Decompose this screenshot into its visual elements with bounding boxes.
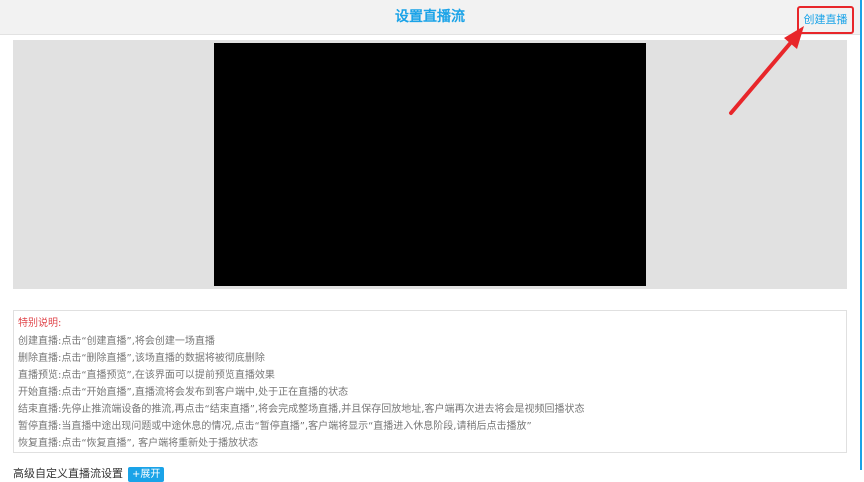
note-resume: 恢复直播:点击“恢复直播”, 客户端将重新处于播放状态	[18, 437, 259, 449]
page-header: 设置直播流	[0, 0, 860, 35]
note-preview: 直播预览:点击“直播预览”,在该界面可以提前预览直播效果	[18, 369, 275, 381]
page-title: 设置直播流	[395, 9, 465, 25]
instructions-panel: 特别说明: 创建直播:点击“创建直播”,将会创建一场直播 删除直播:点击“删除直…	[13, 310, 847, 453]
note-create: 创建直播:点击“创建直播”,将会创建一场直播	[18, 335, 215, 347]
video-player[interactable]	[214, 43, 646, 286]
note-pause: 暂停直播:当直播中途出现问题或中途休息的情况,点击“暂停直播”,客户端将显示“直…	[18, 420, 532, 432]
create-live-link[interactable]: 创建直播	[797, 6, 854, 34]
instructions-title: 特别说明:	[18, 318, 62, 329]
expand-button[interactable]: +展开	[128, 467, 165, 482]
note-delete: 删除直播:点击“删除直播”,该场直播的数据将被彻底删除	[18, 352, 265, 364]
preview-area	[13, 40, 847, 289]
note-end: 结束直播:先停止推流端设备的推流,再点击“结束直播”,将会完成整场直播,并且保存…	[18, 403, 585, 415]
advanced-settings-label: 高级自定义直播流设置	[13, 467, 123, 480]
note-start: 开始直播:点击“开始直播”,直播流将会发布到客户端中,处于正在直播的状态	[18, 386, 349, 398]
right-border	[860, 0, 862, 470]
